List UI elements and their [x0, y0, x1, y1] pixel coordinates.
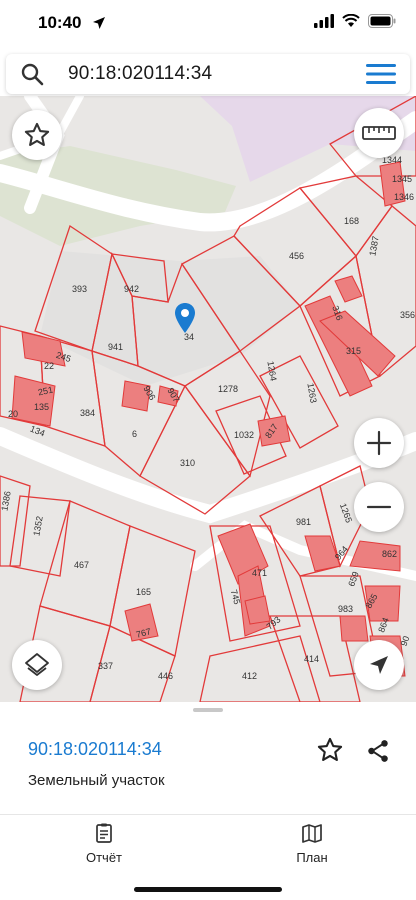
search-bar[interactable]: 90:18:020114:34 [6, 54, 410, 94]
cellular-signal-icon [314, 14, 334, 28]
plot-label[interactable]: 446 [158, 671, 173, 681]
plot-label[interactable]: 315 [346, 346, 361, 356]
zoom-in-button[interactable] [354, 418, 404, 468]
sheet-drag-handle[interactable] [193, 708, 223, 712]
plot-label[interactable]: 1346 [394, 192, 414, 202]
favorite-map-button[interactable] [12, 110, 62, 160]
star-icon [24, 122, 50, 146]
status-bar: 10:40 [0, 0, 416, 46]
cadastral-number-link[interactable]: 90:18:020114:34 [28, 739, 162, 760]
map-canvas[interactable] [0, 96, 416, 702]
plot-label[interactable]: 414 [304, 654, 319, 664]
navigation-arrow-icon [370, 656, 388, 674]
plot-label[interactable]: 942 [124, 284, 139, 294]
ruler-button[interactable] [354, 108, 404, 158]
hamburger-menu-icon[interactable] [366, 63, 396, 85]
zoom-out-button[interactable] [354, 482, 404, 532]
plot-label[interactable]: 983 [338, 604, 353, 614]
plot-label[interactable]: 393 [72, 284, 87, 294]
plot-label[interactable]: 165 [136, 587, 151, 597]
plot-label[interactable]: 6 [132, 429, 137, 439]
plot-label[interactable]: 384 [80, 408, 95, 418]
status-indicators [314, 14, 396, 28]
plot-label[interactable]: 356 [400, 310, 415, 320]
cadastral-map[interactable]: 393 942 941 34 22 245 251 135 20 134 384… [0, 96, 416, 702]
plot-label[interactable]: 1345 [392, 174, 412, 184]
plot-label[interactable]: 456 [289, 251, 304, 261]
map-plan-icon [302, 824, 322, 843]
plot-label[interactable]: 1032 [234, 430, 254, 440]
plot-label[interactable]: 471 [252, 568, 267, 578]
object-type-label: Земельный участок [28, 772, 165, 789]
plot-label[interactable]: 412 [242, 671, 257, 681]
tab-plan[interactable]: План [267, 822, 357, 868]
tab-report-label: Отчёт [85, 850, 123, 865]
tab-plan-label: План [296, 850, 328, 865]
plot-label[interactable]: 310 [180, 458, 195, 468]
layers-button[interactable] [12, 640, 62, 690]
plot-label[interactable]: 337 [98, 661, 113, 671]
location-pin-icon[interactable] [174, 302, 196, 334]
search-input[interactable]: 90:18:020114:34 [68, 63, 212, 85]
plot-label[interactable]: 981 [296, 517, 311, 527]
sheet-divider [0, 814, 416, 815]
plot-label[interactable]: 1278 [218, 384, 238, 394]
minus-icon [366, 505, 392, 509]
layers-icon [25, 653, 49, 676]
favorite-star-icon[interactable] [316, 736, 344, 764]
ruler-icon [362, 126, 396, 140]
report-icon [96, 823, 112, 843]
home-indicator [134, 887, 282, 892]
share-icon[interactable] [365, 738, 391, 764]
battery-icon [368, 14, 396, 28]
location-arrow-icon [92, 16, 106, 30]
plus-icon [366, 430, 392, 456]
wifi-icon [342, 14, 360, 27]
status-time: 10:40 [38, 13, 82, 32]
plot-label[interactable]: 20 [8, 409, 18, 419]
plot-label[interactable]: 941 [108, 342, 123, 352]
object-info-sheet[interactable]: 90:18:020114:34 Земельный участок Отчёт … [0, 702, 416, 900]
plot-label[interactable]: 135 [34, 402, 49, 412]
plot-label[interactable]: 168 [344, 216, 359, 226]
plot-label[interactable]: 862 [382, 549, 397, 559]
search-icon[interactable] [20, 62, 44, 86]
tab-report[interactable]: Отчёт [59, 822, 149, 868]
my-location-button[interactable] [354, 640, 404, 690]
plot-label[interactable]: 22 [44, 361, 54, 371]
plot-label[interactable]: 467 [74, 560, 89, 570]
